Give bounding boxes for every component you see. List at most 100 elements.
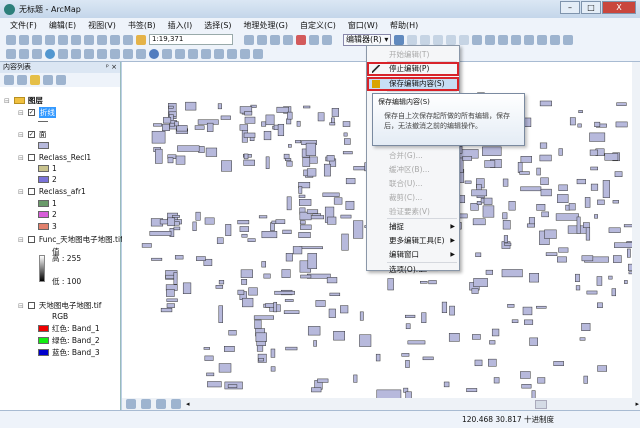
clear-selection-icon[interactable] — [123, 49, 133, 59]
layer-reclass-recl1[interactable]: ⊟ Reclass_Recl1 — [18, 153, 91, 162]
minimize-button[interactable]: – — [560, 1, 580, 14]
cut-polygons-icon[interactable] — [498, 34, 509, 45]
menu-windows[interactable]: 窗口(W) — [348, 20, 378, 31]
arctoolbox-icon[interactable] — [296, 34, 306, 45]
paste-icon[interactable] — [84, 34, 94, 45]
vertical-scrollbar[interactable] — [632, 62, 640, 398]
save-icon[interactable] — [32, 34, 42, 45]
hyperlink-icon[interactable] — [162, 49, 172, 59]
menu-item-stop-editing[interactable]: 停止编辑(P) — [367, 62, 459, 76]
redo-icon[interactable] — [123, 34, 133, 45]
sketch-properties-icon[interactable] — [550, 34, 561, 45]
viewer-window-icon[interactable] — [253, 49, 263, 59]
create-features-icon[interactable] — [563, 34, 574, 45]
search-window-icon[interactable] — [283, 34, 293, 45]
html-popup-icon[interactable] — [175, 49, 185, 59]
layer-checkbox[interactable] — [27, 236, 35, 243]
edit-annotation-icon[interactable] — [407, 34, 418, 45]
layer-polygon[interactable]: ⊟ ✓ 面 — [18, 129, 46, 140]
go-to-xy-icon[interactable] — [227, 49, 237, 59]
reshape-icon[interactable] — [485, 34, 496, 45]
layer-tianditu[interactable]: ⊟ 天地图电子地图.tif — [18, 300, 101, 311]
add-data-icon[interactable] — [136, 34, 146, 45]
menu-item-save-edits[interactable]: 保存编辑内容(S) — [367, 77, 459, 91]
pause-drawing-icon[interactable] — [171, 399, 181, 409]
menu-item-snapping[interactable]: 捕捉 ▶ — [367, 220, 459, 234]
layer-checkbox[interactable]: ✓ — [27, 109, 35, 116]
scroll-left-icon[interactable]: ◂ — [186, 400, 190, 408]
end-point-arc-icon[interactable] — [433, 34, 444, 45]
cut-icon[interactable] — [58, 34, 68, 45]
python-icon[interactable] — [309, 34, 319, 45]
trace-icon[interactable] — [446, 34, 457, 45]
open-icon[interactable] — [19, 34, 29, 45]
editor-menu-button[interactable]: 编辑器(R) ▾ — [343, 33, 392, 46]
refresh-icon[interactable] — [156, 399, 166, 409]
full-extent-icon[interactable] — [45, 49, 55, 59]
data-view-icon[interactable] — [126, 399, 136, 409]
find-route-icon[interactable] — [214, 49, 224, 59]
layer-checkbox[interactable]: ✓ — [27, 131, 35, 138]
menu-insert[interactable]: 插入(I) — [168, 20, 193, 31]
pan-icon[interactable] — [32, 49, 42, 59]
print-icon[interactable] — [45, 34, 55, 45]
delete-icon[interactable] — [97, 34, 107, 45]
split-icon[interactable] — [511, 34, 522, 45]
menu-bookmarks[interactable]: 书签(B) — [128, 20, 156, 31]
layer-checkbox[interactable] — [27, 154, 35, 161]
list-by-selection-icon[interactable] — [43, 75, 53, 85]
editor-toolbar-icon[interactable] — [244, 34, 254, 45]
select-elements-icon[interactable] — [136, 49, 146, 59]
forward-icon[interactable] — [97, 49, 107, 59]
menu-view[interactable]: 视图(V) — [88, 20, 116, 31]
options-icon[interactable] — [56, 75, 66, 85]
table-of-contents-icon[interactable] — [257, 34, 267, 45]
edit-vertices-icon[interactable] — [472, 34, 483, 45]
edit-tool-icon[interactable] — [394, 34, 405, 45]
layer-polyline[interactable]: ⊟ ✓ 折线 — [18, 107, 56, 118]
copy-icon[interactable] — [71, 34, 81, 45]
horizontal-scrollbar[interactable]: ◂ ▸ — [122, 398, 640, 410]
menu-file[interactable]: 文件(F) — [10, 20, 37, 31]
menu-item-options[interactable]: 选项(O)... — [367, 263, 459, 277]
time-slider-icon[interactable] — [240, 49, 250, 59]
list-by-visibility-icon[interactable] — [30, 75, 40, 85]
maximize-button[interactable]: □ — [581, 1, 601, 14]
layer-reclass-afr1[interactable]: ⊟ Reclass_afr1 — [18, 187, 86, 196]
zoom-out-icon[interactable] — [19, 49, 29, 59]
measure-icon[interactable] — [188, 49, 198, 59]
model-builder-icon[interactable] — [322, 34, 332, 45]
select-features-icon[interactable] — [110, 49, 120, 59]
undo-icon[interactable] — [110, 34, 120, 45]
scale-input[interactable]: 1:19,371 — [149, 34, 233, 45]
new-icon[interactable] — [6, 34, 16, 45]
menu-edit[interactable]: 编辑(E) — [49, 20, 76, 31]
fixed-zoom-out-icon[interactable] — [71, 49, 81, 59]
straight-segment-icon[interactable] — [420, 34, 431, 45]
attributes-icon[interactable] — [537, 34, 548, 45]
list-by-drawing-order-icon[interactable] — [4, 75, 14, 85]
zoom-in-icon[interactable] — [6, 49, 16, 59]
toc-pin-close[interactable]: ᵖ × — [106, 62, 117, 73]
layer-checkbox[interactable] — [27, 302, 35, 309]
find-icon[interactable] — [201, 49, 211, 59]
menu-geoprocessing[interactable]: 地理处理(G) — [244, 20, 288, 31]
point-icon[interactable] — [459, 34, 470, 45]
back-icon[interactable] — [84, 49, 94, 59]
scroll-thumb[interactable] — [534, 399, 547, 409]
close-button[interactable]: X — [602, 1, 636, 14]
fixed-zoom-in-icon[interactable] — [58, 49, 68, 59]
rotate-icon[interactable] — [524, 34, 535, 45]
scroll-right-icon[interactable]: ▸ — [636, 400, 640, 408]
menu-selection[interactable]: 选择(S) — [204, 20, 231, 31]
layout-view-icon[interactable] — [141, 399, 151, 409]
menu-customize[interactable]: 自定义(C) — [300, 20, 336, 31]
list-by-source-icon[interactable] — [17, 75, 27, 85]
catalog-icon[interactable] — [270, 34, 280, 45]
layers-root[interactable]: ⊟ 图层 — [4, 95, 43, 106]
identify-icon[interactable] — [149, 49, 159, 59]
menu-item-more-editing-tools[interactable]: 更多编辑工具(E) ▶ — [367, 234, 459, 248]
layer-checkbox[interactable] — [27, 188, 35, 195]
layer-func-tianditu[interactable]: ⊟ Func_天地图电子地图.tif — [18, 234, 123, 245]
menu-help[interactable]: 帮助(H) — [390, 20, 418, 31]
